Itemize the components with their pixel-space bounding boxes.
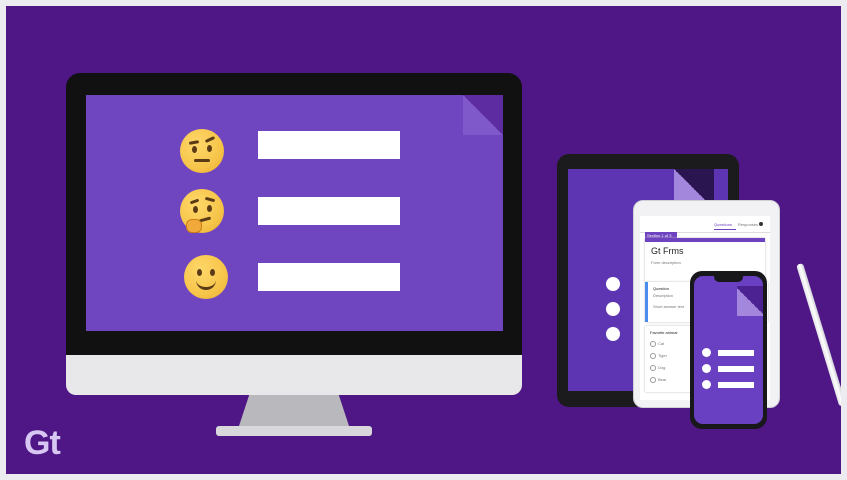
active-tab-indicator: [714, 229, 736, 230]
short-answer-field[interactable]: Short answer text: [653, 304, 684, 309]
thinking-face-emoji-icon: [180, 189, 224, 233]
tab-responses[interactable]: Responses: [738, 222, 758, 227]
form-description[interactable]: Form description: [651, 260, 681, 265]
avatar[interactable]: [759, 222, 763, 226]
monitor-screen: [86, 95, 503, 331]
bullet-dot-icon: [606, 277, 620, 291]
phone-notch: [714, 276, 743, 282]
favorite-label: Favorite animal: [650, 330, 678, 335]
phone-line: [718, 382, 754, 388]
raised-eyebrow-emoji-icon: [180, 129, 224, 173]
radio-option[interactable]: [650, 341, 656, 347]
radio-option[interactable]: [650, 365, 656, 371]
page-fold-icon: [737, 286, 763, 316]
bullet-dot-icon: [606, 302, 620, 316]
question-label: Question: [653, 286, 670, 291]
monitor-stand: [238, 395, 350, 429]
phone-line: [718, 350, 754, 356]
tab-questions[interactable]: Questions: [714, 222, 732, 227]
monitor-stand-base: [216, 426, 372, 436]
bullet-dot-icon: [606, 327, 620, 341]
banner-canvas: Questions Responses Section 1 of 3 Gt Fr…: [6, 6, 841, 474]
option-label: Cat: [658, 341, 665, 346]
option-label: Dog: [658, 365, 666, 370]
radio-option[interactable]: [650, 353, 656, 359]
radio-option[interactable]: [650, 377, 656, 383]
option-label: Tiger: [658, 353, 667, 358]
answer-bar-1: [258, 131, 400, 159]
form-topbar: Questions Responses: [640, 216, 770, 233]
monitor-chin: [66, 355, 522, 395]
bullet-dot-icon: [702, 348, 711, 357]
answer-bar-3: [258, 263, 400, 291]
bullet-dot-icon: [702, 364, 711, 373]
slightly-smiling-face-emoji-icon: [184, 255, 228, 299]
bullet-dot-icon: [702, 380, 711, 389]
guiding-tech-logo: Gt: [24, 424, 61, 462]
form-title[interactable]: Gt Frms: [651, 246, 684, 256]
stylus-pencil: [796, 262, 841, 407]
option-label: Bear: [658, 377, 667, 382]
answer-bar-2: [258, 197, 400, 225]
page-fold-icon: [463, 95, 503, 135]
phone-screen: [694, 276, 763, 424]
question-description: Description: [653, 293, 674, 298]
phone-line: [718, 366, 754, 372]
